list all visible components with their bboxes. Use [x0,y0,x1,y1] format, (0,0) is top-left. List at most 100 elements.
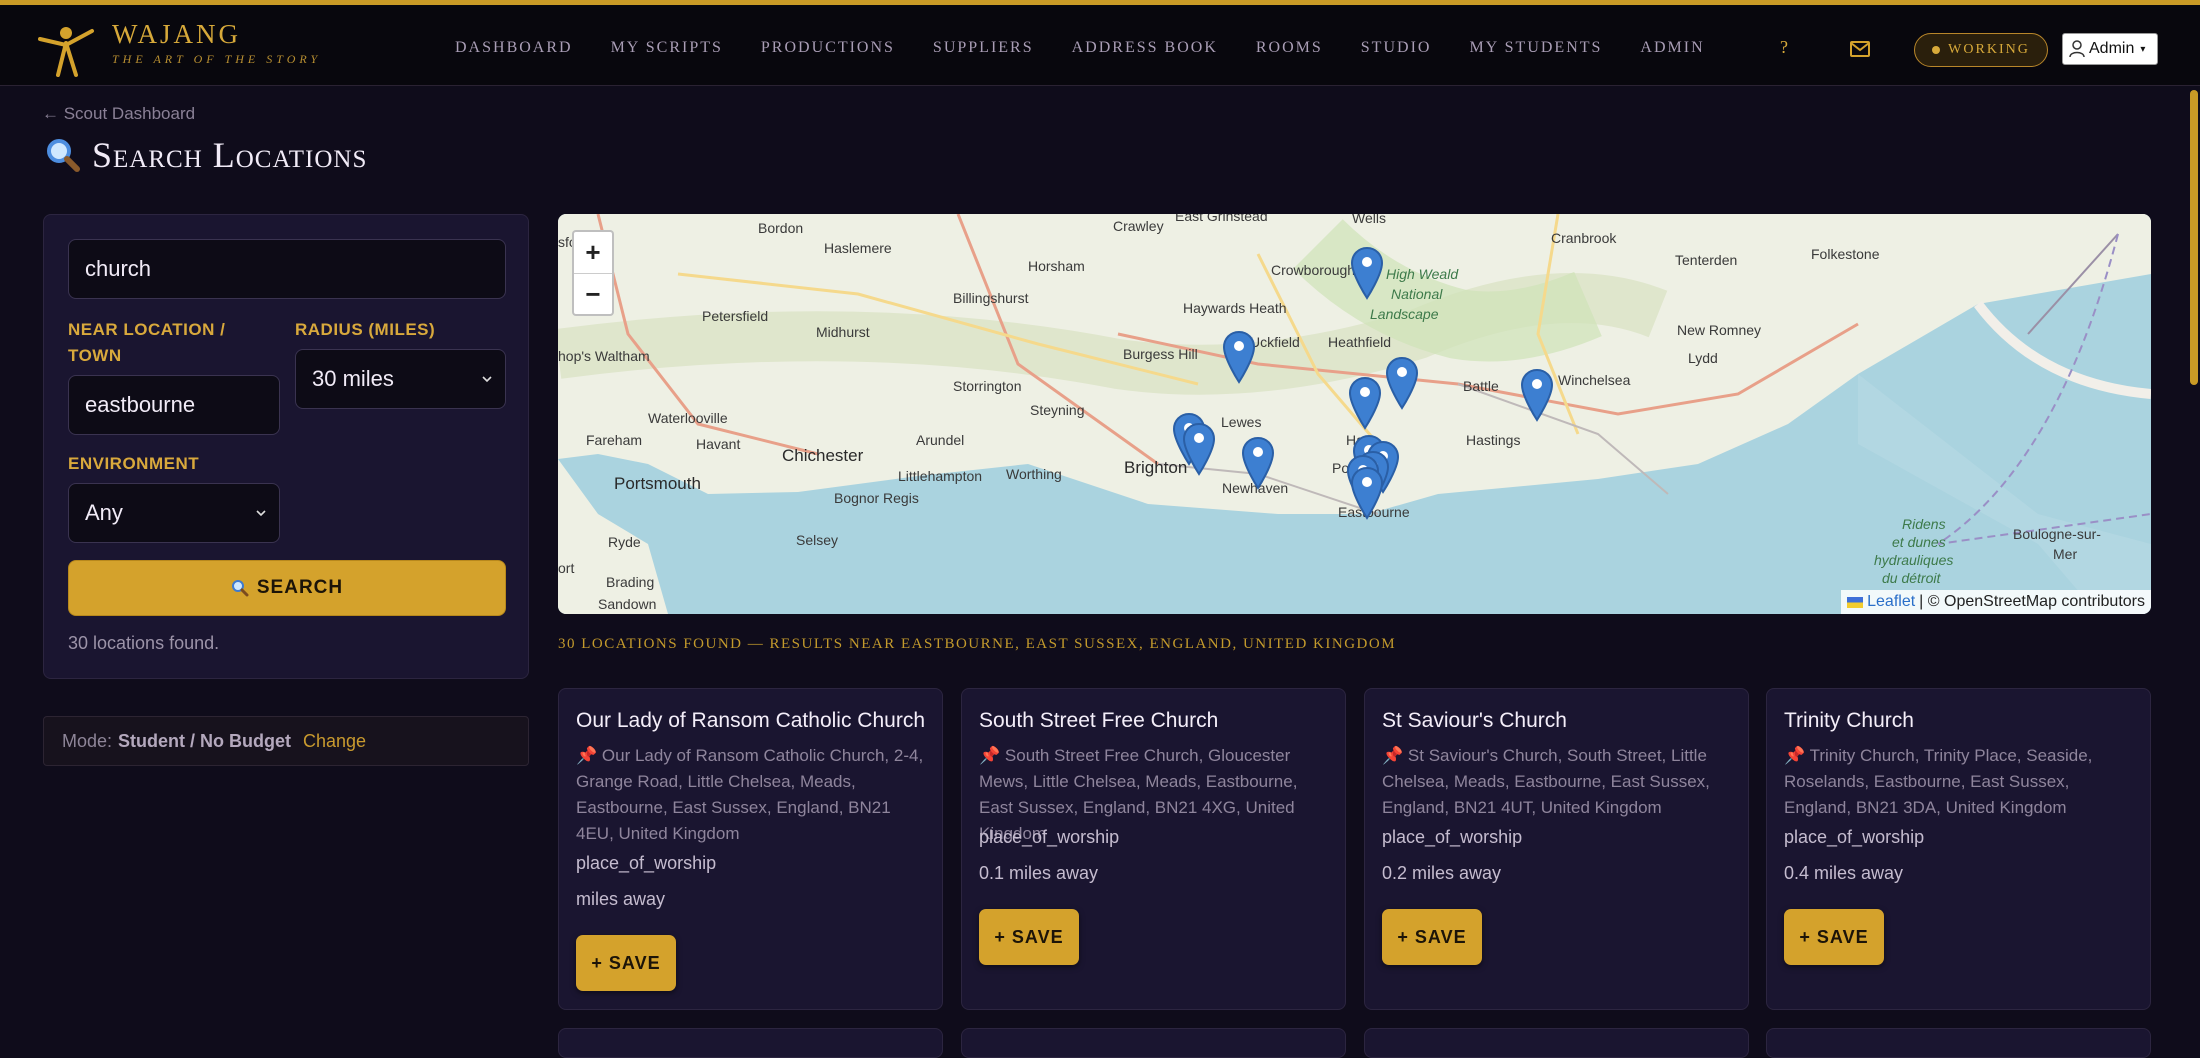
mail-icon[interactable] [1850,41,1870,57]
map-marker-icon[interactable] [1241,436,1275,490]
nav-studio[interactable]: STUDIO [1361,39,1432,57]
map-label: Burgess Hill [1123,346,1198,362]
page-header: Search Locations [46,134,367,176]
map-label: Waterlooville [648,410,728,426]
radius-selected-value: 30 miles [312,366,394,391]
location-address: 📌 Our Lady of Ransom Catholic Church, 2-… [576,743,931,847]
location-distance: 0.4 miles away [1784,863,1904,883]
map-label: Battle [1463,378,1499,394]
zoom-out-button[interactable]: − [574,274,612,315]
nav-productions[interactable]: PRODUCTIONS [761,39,895,57]
page-title: Search Locations [92,135,368,175]
address-text: Trinity Church, Trinity Place, Seaside, … [1784,746,2093,817]
wajang-logo-icon[interactable] [36,19,96,79]
location-name[interactable]: St Saviour's Church [1382,709,1567,733]
map-label: Petersfield [702,308,769,324]
help-button[interactable]: ? [1780,37,1788,58]
map-marker-icon[interactable] [1182,422,1216,476]
address-text: Our Lady of Ransom Catholic Church, 2-4,… [576,746,924,843]
map-marker-icon[interactable] [1520,368,1554,422]
map-label: Lydd [1688,350,1718,366]
brand[interactable]: WAJANG THE ART OF THE STORY [112,19,321,67]
locations-found-count: 30 locations found. [68,633,220,653]
admin-user-menu[interactable]: Admin ▾ [2062,33,2158,65]
map-label: Crawley [1113,218,1164,234]
chevron-down-icon [482,376,492,383]
map-label: et dunes [1892,534,1946,550]
map-marker-icon[interactable] [1350,246,1384,300]
working-status-button[interactable]: WORKING [1914,33,2048,67]
map-label: ort [558,560,575,576]
location-name[interactable]: South Street Free Church [979,709,1218,733]
near-location-input[interactable]: eastbourne [68,375,280,435]
search-icon [231,580,249,597]
back-to-scout-dashboard-link[interactable]: ← Scout Dashboard [42,104,195,124]
leaflet-link[interactable]: Leaflet [1867,593,1915,611]
nav-my-scripts[interactable]: MY SCRIPTS [611,39,723,57]
map-label: Folkestone [1811,246,1880,262]
address-text: St Saviour's Church, South Street, Littl… [1382,746,1710,817]
map-label: Littlehampton [898,468,983,484]
nav-admin[interactable]: ADMIN [1640,39,1704,57]
map-label: Mer [2053,546,2078,562]
zoom-in-button[interactable]: + [574,232,612,274]
environment-label: ENVIRONMENT [68,454,200,473]
location-name[interactable]: Trinity Church [1784,709,1914,733]
environment-select[interactable]: Any [68,483,280,543]
map-label: East Grinstead [1175,214,1268,224]
map-label: Bognor Regis [834,490,919,506]
mode-bar: Mode: Student / No Budget Change [43,716,529,766]
search-query-input[interactable]: church [68,239,506,299]
location-distance: 0.1 miles away [979,863,1099,883]
page-scrollbar[interactable] [2190,90,2198,385]
pushpin-icon: 📌 [979,746,1001,765]
pushpin-icon: 📌 [1784,746,1806,765]
brand-tagline: THE ART OF THE STORY [112,52,322,66]
nav-suppliers[interactable]: SUPPLIERS [933,39,1034,57]
user-icon [2069,40,2085,58]
save-location-button[interactable]: + SAVE [1382,909,1482,965]
main-nav: DASHBOARD MY SCRIPTS PRODUCTIONS SUPPLIE… [455,5,1743,91]
map-label: Horsham [1028,258,1085,274]
magnifier-icon [47,139,80,172]
near-location-label: NEAR LOCATION / TOWN [68,320,226,365]
pushpin-icon: 📌 [576,746,598,765]
map-marker-icon[interactable] [1385,356,1419,410]
location-type: place_of_worship [1382,827,1523,847]
result-card [1364,1028,1749,1058]
mode-prefix: Mode: [62,730,113,751]
map-label: Fareham [586,432,643,448]
map-marker-icon[interactable] [1350,466,1384,520]
map-label: Billingshurst [953,290,1029,306]
environment-selected-value: Any [85,500,123,525]
map-label: Crowborough [1271,262,1356,278]
result-card: Our Lady of Ransom Catholic Church 📌 Our… [558,688,943,1010]
status-dot-icon [1932,46,1941,54]
search-button[interactable]: SEARCH [68,560,506,616]
zoom-controls: + − [572,230,614,316]
map-label: Steyning [1030,402,1085,418]
change-mode-link[interactable]: Change [303,731,366,752]
location-name[interactable]: Our Lady of Ransom Catholic Church [576,709,925,733]
result-card: Trinity Church 📌 Trinity Church, Trinity… [1766,688,2151,1010]
location-distance: 0.2 miles away [1382,863,1502,883]
nav-dashboard[interactable]: DASHBOARD [455,39,573,57]
nav-address-book[interactable]: ADDRESS BOOK [1072,39,1218,57]
location-distance: miles away [576,889,666,909]
radius-select[interactable]: 30 miles [295,349,506,409]
save-location-button[interactable]: + SAVE [979,909,1079,965]
map-label: Storrington [953,378,1022,394]
map-marker-icon[interactable] [1222,330,1256,384]
osm-attribution[interactable]: | © OpenStreetMap contributors [1919,593,2145,611]
locations-map[interactable]: Bordon Haslemere Crawley East Grinstead … [558,214,2151,614]
save-location-button[interactable]: + SAVE [576,935,676,991]
map-marker-icon[interactable] [1348,376,1382,430]
ukraine-flag-icon [1847,596,1864,608]
map-label: Haywards Heath [1183,300,1287,316]
nav-rooms[interactable]: ROOMS [1256,39,1323,57]
admin-label: Admin [2089,40,2135,57]
save-location-button[interactable]: + SAVE [1784,909,1884,965]
nav-my-students[interactable]: MY STUDENTS [1469,39,1602,57]
map-label: Chichester [782,446,864,465]
map-label: Bordon [758,220,804,236]
